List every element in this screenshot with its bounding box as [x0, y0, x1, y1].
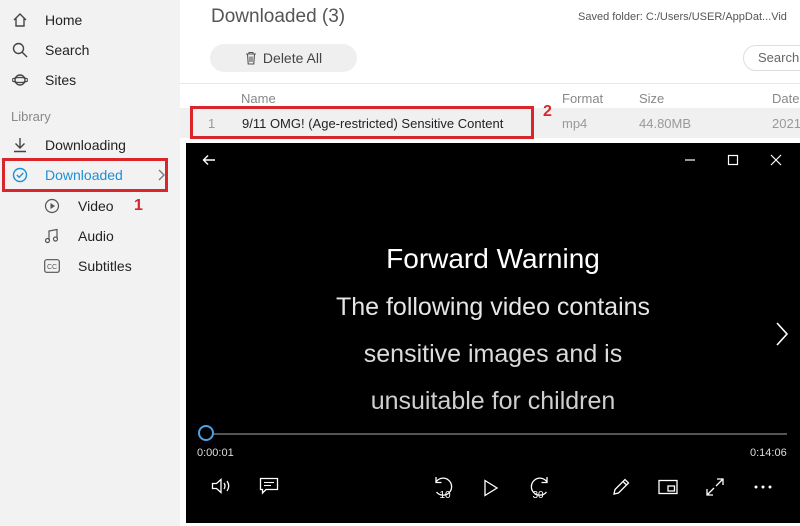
column-header-format[interactable]: Format: [562, 91, 603, 106]
sidebar-item-search[interactable]: Search: [0, 35, 180, 65]
sidebar-item-downloading[interactable]: Downloading: [0, 130, 180, 160]
back-arrow-icon[interactable]: [200, 151, 218, 169]
play-circle-icon: [44, 198, 60, 214]
minimize-icon[interactable]: [681, 151, 699, 169]
saved-folder-path[interactable]: Saved folder: C:/Users/USER/AppDat...Vid: [578, 11, 787, 23]
download-icon: [12, 137, 28, 153]
row-format: mp4: [562, 116, 588, 131]
sidebar-item-sites[interactable]: Sites: [0, 65, 180, 95]
sidebar-item-label: Home: [45, 12, 83, 28]
sidebar-subitem-video[interactable]: Video: [0, 191, 180, 221]
music-note-icon: [44, 228, 60, 244]
annotation-box-2: [190, 106, 534, 139]
home-icon: [12, 12, 28, 28]
close-icon[interactable]: [767, 151, 785, 169]
sidebar-subitem-audio[interactable]: Audio: [0, 221, 180, 251]
planet-icon: [12, 72, 28, 88]
svg-text:CC: CC: [47, 264, 57, 271]
progress-knob[interactable]: [198, 425, 214, 441]
progress-track[interactable]: [207, 433, 787, 435]
fullscreen-icon[interactable]: [703, 476, 727, 498]
sidebar-item-home[interactable]: Home: [0, 5, 180, 35]
warning-title: Forward Warning: [386, 243, 600, 274]
trash-icon: [245, 51, 257, 65]
divider: [180, 83, 800, 84]
skip-back-icon[interactable]: 10: [431, 473, 457, 501]
skip-forward-label: 30: [532, 490, 544, 501]
video-player-window: Forward Warning The following video cont…: [186, 143, 800, 523]
subtitles-icon[interactable]: [257, 475, 281, 497]
row-size: 44.80MB: [639, 116, 692, 131]
sidebar-item-label: Audio: [78, 228, 114, 244]
page-title: Downloaded (3): [211, 6, 346, 27]
sidebar-item-label: Search: [45, 42, 90, 58]
more-options-icon[interactable]: [751, 476, 775, 498]
column-header-size[interactable]: Size: [639, 91, 664, 106]
search-icon: [12, 42, 28, 58]
cc-icon: CC: [44, 258, 60, 274]
volume-icon[interactable]: [210, 475, 234, 497]
warning-line-1: The following video contains: [335, 293, 651, 321]
column-header-date[interactable]: Date: [772, 91, 799, 106]
mini-view-icon[interactable]: [656, 476, 680, 498]
play-icon[interactable]: [480, 477, 502, 499]
warning-line-2: sensitive images and is: [363, 340, 623, 368]
skip-back-label: 10: [439, 490, 451, 501]
delete-all-label: Delete All: [262, 50, 323, 66]
sidebar-item-label: Subtitles: [78, 258, 132, 274]
delete-all-button[interactable]: Delete All: [210, 44, 357, 72]
sidebar-item-label: Video: [78, 198, 114, 214]
sidebar-item-label: Sites: [45, 72, 77, 88]
current-time: 0:00:01: [197, 447, 234, 459]
sidebar-item-label: Downloading: [45, 137, 126, 153]
sidebar: Home Search Sites Library Downloading Do…: [0, 0, 180, 526]
skip-forward-icon[interactable]: 30: [526, 473, 552, 501]
maximize-icon[interactable]: [724, 151, 742, 169]
annotation-number-1: 1: [134, 197, 143, 214]
annotation-box-1: [2, 158, 168, 192]
row-date: 2021: [772, 116, 800, 131]
edit-pencil-icon[interactable]: [609, 476, 633, 498]
search-input[interactable]: Search: [743, 45, 800, 71]
library-section-label: Library: [11, 109, 51, 124]
column-header-name[interactable]: Name: [241, 91, 276, 106]
annotation-number-2: 2: [543, 103, 552, 120]
sidebar-subitem-subtitles[interactable]: CC Subtitles: [0, 251, 180, 281]
warning-line-3: unsuitable for children: [370, 387, 616, 415]
total-time: 0:14:06: [750, 447, 787, 459]
next-chevron-icon[interactable]: [772, 319, 792, 349]
